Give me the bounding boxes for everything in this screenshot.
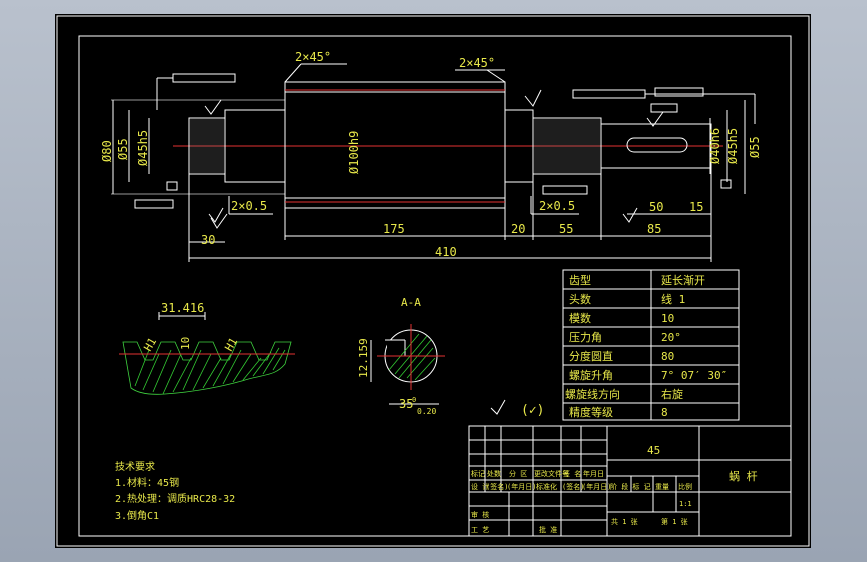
section-title: A-A — [401, 296, 421, 309]
len-55-label: 55 — [559, 222, 573, 236]
tb-sheets-total: 共 1 张 — [611, 517, 638, 526]
param-label-5: 螺旋升角 — [569, 368, 613, 382]
tech-requirements: 技术要求 1.材料：45钢 2.热处理：调质HRC28-32 3.倒角C1 — [115, 460, 235, 522]
param-label-7: 精度等级 — [569, 405, 613, 419]
tb-approve: 批 准 — [539, 525, 557, 534]
dia-45h5-right-label: Ø45h5 — [726, 128, 740, 164]
drawing-svg: 2×45° 2×45° 2×0.5 2×0.5 30 175 20 55 85 … — [56, 15, 810, 547]
tb-sig-a: (签名) — [486, 482, 508, 491]
param-value-7: 8 — [661, 406, 668, 419]
len-85-label: 85 — [647, 222, 661, 236]
param-value-3: 20° — [661, 331, 681, 344]
dia-80-label: Ø80 — [100, 140, 114, 162]
param-label-1: 头数 — [569, 293, 591, 306]
groove-right-label: 2×0.5 — [539, 199, 575, 213]
param-value-6: 右旋 — [661, 387, 683, 401]
tb-date: 年月日 — [583, 469, 604, 478]
cad-viewport[interactable]: 2×45° 2×45° 2×0.5 2×0.5 30 175 20 55 85 … — [0, 0, 867, 562]
tb-sheet-no: 第 1 张 — [661, 517, 688, 526]
param-label-0: 齿型 — [569, 273, 591, 287]
chamfer-right-label: 2×45° — [459, 56, 495, 70]
drawing-canvas[interactable]: 2×45° 2×45° 2×0.5 2×0.5 30 175 20 55 85 … — [55, 14, 811, 548]
tb-scale: 1:1 — [679, 500, 692, 508]
tb-count: 处数 — [487, 469, 501, 478]
len-175-label: 175 — [383, 222, 405, 236]
param-value-5: 7° 07′ 30″ — [661, 369, 727, 382]
tb-zone: 分 区 — [509, 469, 527, 478]
tech-req-item-1: 2.热处理：调质HRC28-32 — [115, 492, 235, 505]
param-value-0: 延长渐开 — [661, 273, 705, 287]
tooth-h1-a-label: H1 — [141, 336, 159, 354]
worm-body — [284, 81, 506, 209]
groove-left-label: 2×0.5 — [231, 199, 267, 213]
tooth-31416-label: 31.416 — [161, 301, 204, 315]
tb-process: 工 艺 — [471, 526, 489, 534]
tooth-10-label: 10 — [179, 337, 192, 350]
tech-req-item-0: 1.材料：45钢 — [115, 476, 179, 489]
len-50-label: 50 — [649, 200, 663, 214]
tb-sign: 签 名 — [563, 469, 581, 478]
len-410-label: 410 — [435, 245, 457, 259]
param-value-2: 10 — [661, 312, 674, 325]
section-12159-label: 12.159 — [357, 338, 370, 378]
roughness-mark: (✓) — [521, 403, 544, 418]
param-label-2: 模数 — [569, 312, 591, 325]
tb-material: 45 — [647, 444, 660, 457]
tech-req-title: 技术要求 — [115, 460, 155, 473]
dia-40h6-label: Ø40h6 — [708, 128, 722, 164]
section-sup-label: 0 — [412, 396, 416, 404]
param-label-4: 分度圆直 — [569, 349, 613, 363]
tb-ratio: 比例 — [678, 482, 692, 491]
keyway — [626, 137, 688, 153]
dia-55-right-label: Ø55 — [748, 136, 762, 158]
len-30-label: 30 — [201, 233, 215, 247]
tech-req-item-2: 3.倒角C1 — [115, 510, 159, 522]
tb-mark: 标记 — [471, 469, 485, 478]
dia-55-left-label: Ø55 — [116, 138, 130, 160]
tb-weight: 重量 — [655, 483, 669, 491]
tb-date-a: (年月日) — [507, 482, 536, 491]
tb-part-name: 蜗 杆 — [729, 469, 758, 483]
tb-date-b: (年月日) — [582, 482, 611, 491]
dia-45h5-left-label: Ø45h5 — [136, 130, 150, 166]
param-label-3: 压力角 — [569, 331, 602, 344]
len-20-label: 20 — [511, 222, 525, 236]
param-value-1: 线 1 — [661, 292, 685, 306]
param-value-4: 80 — [661, 350, 674, 363]
dia-100h9-label: Ø100h9 — [347, 131, 361, 174]
tooth-h1-b-label: H1 — [222, 336, 240, 354]
chamfer-left-label: 2×45° — [295, 50, 331, 64]
tb-stage: 阶 段 标 记 — [610, 482, 651, 491]
tb-standard: 标准化 — [536, 482, 557, 491]
section-aa — [370, 324, 445, 405]
tooth-profile — [119, 312, 295, 395]
param-label-6: 螺旋线方向 — [565, 387, 620, 401]
len-15-label: 15 — [689, 200, 703, 214]
tb-review: 审 核 — [471, 510, 489, 519]
section-tol-label: 0.20 — [417, 407, 436, 416]
